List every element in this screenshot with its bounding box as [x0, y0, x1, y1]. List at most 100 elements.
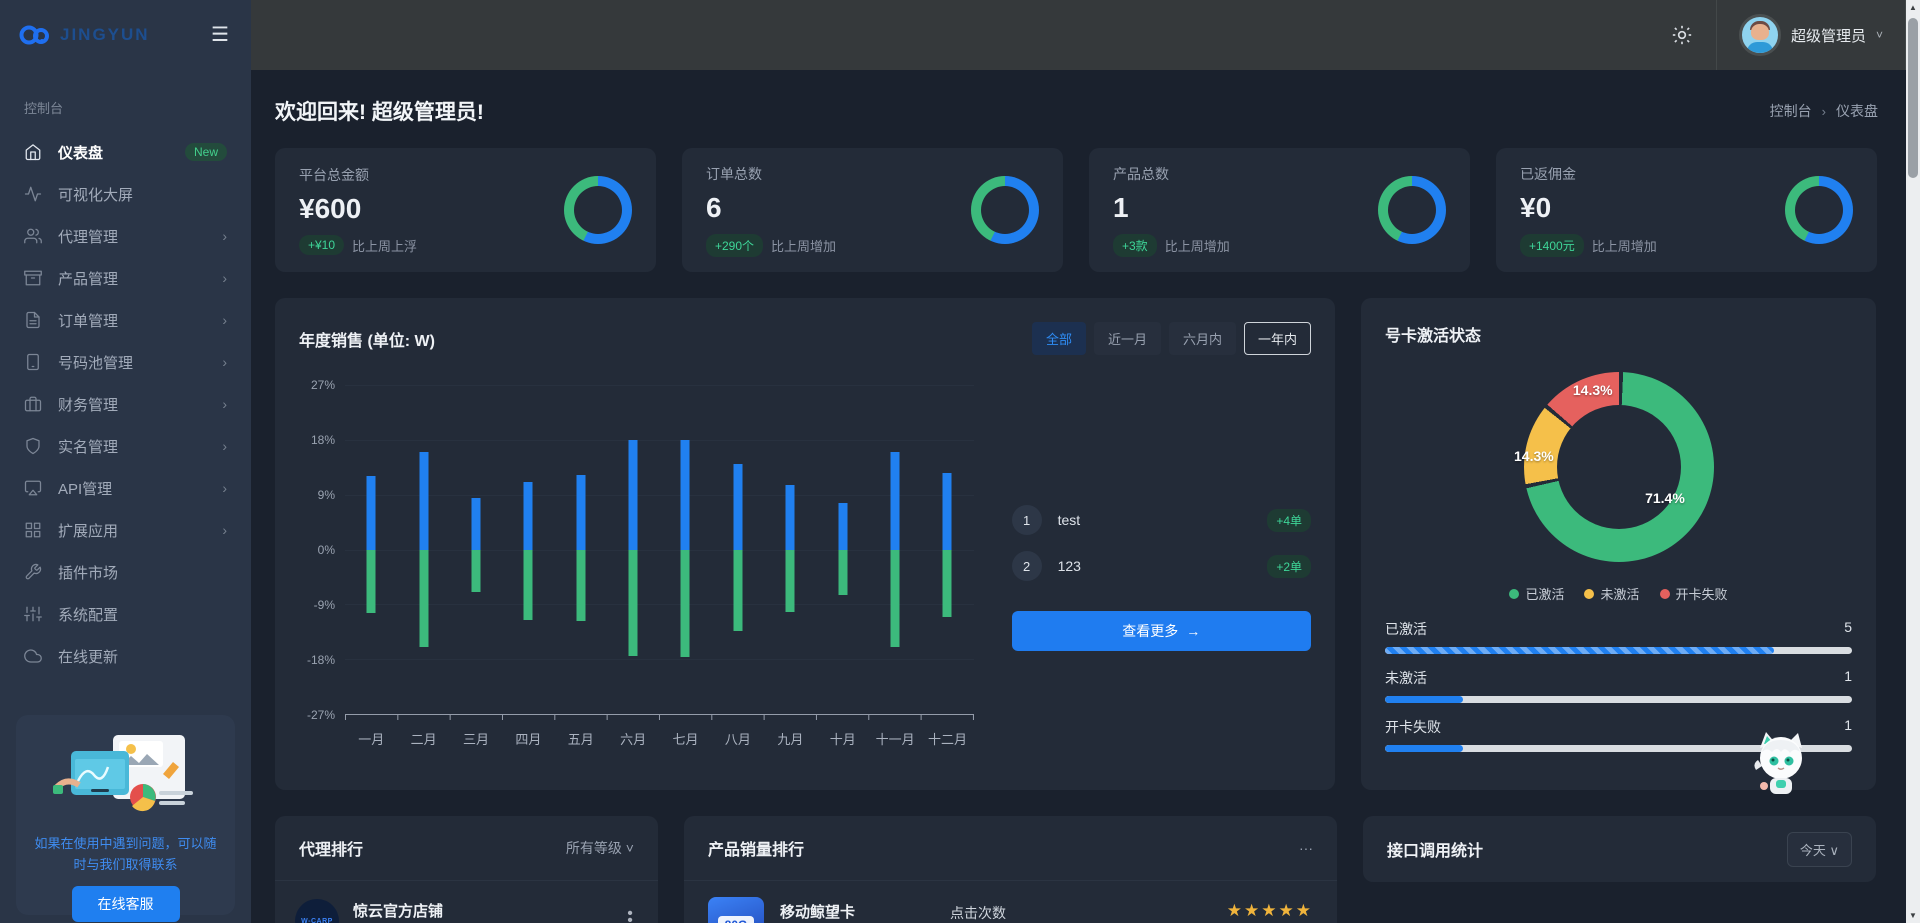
stat-donut-chart — [971, 176, 1039, 244]
main-content: 欢迎回来! 超级管理员! 控制台 › 仪表盘 平台总金额 ¥600 +¥10 比上周上… — [251, 70, 1906, 923]
help-text: 如果在使用中遇到问题，可以随时与我们取得联系 — [34, 836, 217, 872]
users-icon — [24, 228, 42, 244]
sidebar-item-4[interactable]: 订单管理 › — [10, 299, 241, 341]
stat-donut-chart — [1378, 176, 1446, 244]
more-options-icon[interactable]: ••• — [622, 906, 638, 923]
card-api-stats: 接口调用统计 今天 ∨ — [1363, 816, 1876, 882]
y-tick: 27% — [310, 378, 335, 392]
range-tab-1[interactable]: 近一月 — [1093, 322, 1161, 355]
chevron-right-icon: › — [222, 438, 227, 454]
bar-column-十二月 — [921, 385, 973, 714]
bar-column-五月 — [555, 385, 607, 714]
page-scrollbar[interactable]: ▲ ▼ — [1906, 0, 1920, 923]
sidebar-item-11[interactable]: 系统配置 — [10, 593, 241, 635]
api-range-filter[interactable]: 今天 ∨ — [1786, 831, 1852, 867]
legend-item-0[interactable]: 已激活 — [1509, 584, 1564, 603]
stat-donut-chart — [1785, 176, 1853, 244]
x-tick-label: 四月 — [515, 732, 542, 747]
help-illustration — [52, 735, 193, 812]
sidebar-item-2[interactable]: 代理管理 › — [10, 215, 241, 257]
breadcrumb-console[interactable]: 控制台 — [1770, 101, 1812, 121]
breadcrumb: 控制台 › 仪表盘 — [1770, 101, 1878, 121]
trend-badge: +¥10 — [299, 235, 345, 255]
user-menu[interactable]: 超级管理员 ˅ — [1715, 0, 1906, 70]
agent-level-filter[interactable]: 所有等级 ˅ — [566, 838, 634, 858]
api-card-title: 接口调用统计 — [1387, 843, 1484, 860]
sales-card-title: 年度销售 (单位: W) — [299, 332, 435, 350]
sidebar-item-8[interactable]: API管理 › — [10, 467, 241, 509]
range-tabs: 全部 近一月 六月内 一年内 — [1031, 322, 1311, 355]
shield-icon — [26, 437, 40, 455]
sidebar-item-1[interactable]: 可视化大屏 — [10, 173, 241, 215]
sidebar-section-label: 控制台 — [24, 101, 64, 116]
x-tick-label: 八月 — [724, 732, 751, 747]
legend-item-1[interactable]: 未激活 — [1584, 584, 1640, 603]
x-tick-label: 七月 — [672, 732, 699, 747]
y-tick: -18% — [306, 653, 335, 667]
trend-badge: +290个 — [706, 233, 764, 257]
sidebar-item-3[interactable]: 产品管理 › — [10, 257, 241, 299]
sidebar-item-5[interactable]: 号码池管理 › — [10, 341, 241, 383]
sidebar-item-12[interactable]: 在线更新 — [10, 635, 241, 677]
scroll-up-arrow[interactable]: ▲ — [1906, 0, 1920, 15]
stat-card-2: 产品总数 1 +3款 比上周增加 — [1089, 148, 1470, 272]
page-title: 欢迎回来! 超级管理员! — [275, 101, 484, 124]
agent-list-item[interactable]: W-CARP 惊云官方店铺 kinggaking ••• — [275, 881, 658, 923]
menu-toggle-icon[interactable]: ☰ — [211, 25, 229, 45]
order-badge: +4单 — [1267, 508, 1311, 532]
legend-item-2[interactable]: 开卡失败 — [1659, 584, 1728, 603]
online-support-button[interactable]: 在线客服 — [71, 885, 180, 922]
sidebar-item-10[interactable]: 插件市场 — [10, 551, 241, 593]
y-tick: -27% — [306, 708, 335, 722]
live2d-mascot[interactable] — [1750, 730, 1812, 803]
brand-logo: JINGYUN — [18, 23, 150, 47]
scroll-down-arrow[interactable]: ▼ — [1906, 908, 1920, 923]
bar-column-九月 — [764, 385, 816, 714]
ranking-item[interactable]: 1 test +4单 — [1011, 505, 1311, 535]
donut-value-label: 14.3% — [1514, 448, 1554, 464]
range-tab-0[interactable]: 全部 — [1031, 322, 1086, 355]
theme-toggle-button[interactable] — [1662, 15, 1702, 55]
sidebar-item-0[interactable]: 仪表盘 New — [10, 131, 241, 173]
card-product-ranking: 产品销量排行 ··· 80G 移动鲸望卡 点击次数 240K ★★★★★ +12… — [684, 816, 1337, 923]
bar-column-二月 — [397, 385, 449, 714]
sidebar: JINGYUN ☰ 控制台 仪表盘 New 可视化大屏 代理管理 › 产品管理 › 订单管理 ›… — [0, 0, 251, 923]
annual-sales-card: 年度销售 (单位: W) 全部 近一月 六月内 一年内 27% 18% 9% 0% -9% -1… — [275, 298, 1335, 790]
file-icon — [26, 311, 40, 329]
stat-donut-chart — [564, 176, 632, 244]
breadcrumb-separator: › — [1821, 103, 1826, 119]
bar-column-六月 — [607, 385, 659, 714]
scrollbar-thumb[interactable] — [1908, 18, 1918, 178]
bar-column-七月 — [659, 385, 711, 714]
card-agent-ranking: 代理排行 所有等级 ˅ W-CARP 惊云官方店铺 kinggaking ••• — [275, 816, 658, 923]
ellipsis-menu-icon[interactable]: ··· — [1299, 840, 1313, 856]
phone-icon — [27, 353, 39, 371]
x-tick-label: 三月 — [462, 732, 489, 747]
card-activation-status: 号卡激活状态 71.4% 14.3% 14.3% 已激活 未激活 开卡失败 已激活 5 未激… — [1361, 298, 1876, 790]
breadcrumb-dashboard: 仪表盘 — [1836, 103, 1878, 119]
top-header: 超级管理员 ˅ — [251, 0, 1906, 70]
stat-card-0: 平台总金额 ¥600 +¥10 比上周上浮 — [275, 148, 656, 272]
sidebar-item-7[interactable]: 实名管理 › — [10, 425, 241, 467]
sidebar-nav: 仪表盘 New 可视化大屏 代理管理 › 产品管理 › 订单管理 › 号码池管理 › 财务管理 › 实名管… — [0, 127, 251, 681]
sidebar-item-6[interactable]: 财务管理 › — [10, 383, 241, 425]
range-tab-3[interactable]: 一年内 — [1243, 322, 1311, 355]
activity-icon — [24, 186, 42, 202]
sidebar-item-9[interactable]: 扩展应用 › — [10, 509, 241, 551]
user-name: 超级管理员 — [1790, 27, 1866, 45]
ranking-item[interactable]: 2 123 +2单 — [1011, 551, 1311, 581]
range-tab-2[interactable]: 六月内 — [1168, 322, 1236, 355]
y-axis: 27% 18% 9% 0% -9% -18% -27% — [299, 378, 345, 722]
archive-icon — [24, 270, 42, 286]
bar-column-四月 — [502, 385, 554, 714]
x-tick-label: 十二月 — [927, 732, 967, 747]
product-list-item[interactable]: 80G 移动鲸望卡 点击次数 240K ★★★★★ +1234单 — [684, 881, 1337, 923]
chevron-down-icon: ˅ — [1875, 28, 1883, 42]
view-more-button[interactable]: 查看更多 → — [1011, 611, 1311, 651]
airplay-icon — [24, 480, 42, 496]
stats-row: 平台总金额 ¥600 +¥10 比上周上浮 订单总数 6 +290个 比上周增加 产品总数 1 +3… — [275, 148, 1878, 272]
donut-value-label: 14.3% — [1572, 381, 1613, 398]
stat-card-3: 已返佣金 ¥0 +1400元 比上周增加 — [1496, 148, 1877, 272]
bar-chart: 27% 18% 9% 0% -9% -18% -27% 一月 二月 三月 四月 五月 六月 七月 八月 九月… — [299, 378, 974, 748]
ranking-list: 1 test +4单 2 123 +2单 — [1011, 505, 1311, 581]
